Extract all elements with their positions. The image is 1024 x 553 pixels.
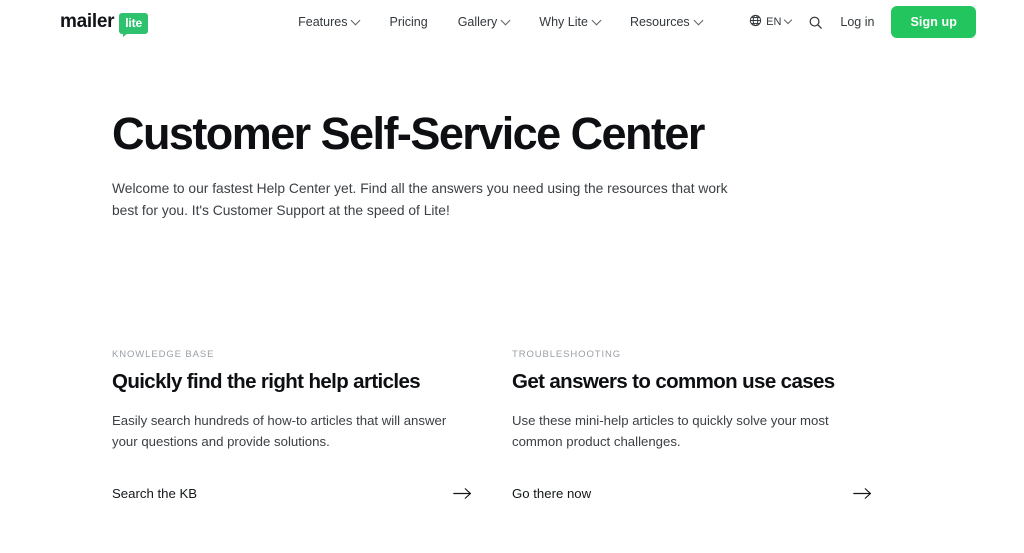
language-selector[interactable]: EN xyxy=(749,14,793,30)
card-link-search-the-kb[interactable]: Search the KB xyxy=(112,486,472,501)
resource-cards: KNOWLEDGE BASE Quickly find the right he… xyxy=(112,349,912,501)
card-eyebrow: KNOWLEDGE BASE xyxy=(112,349,215,361)
main-navigation: Features Pricing Gallery Why Lite Resour… xyxy=(298,15,704,29)
page-content: Customer Self-Service Center Welcome to … xyxy=(0,44,1024,501)
card-description: Easily search hundreds of how-to article… xyxy=(112,413,447,450)
globe-icon xyxy=(749,14,762,30)
chevron-down-icon xyxy=(591,15,602,25)
nav-item-label: Features xyxy=(298,15,348,29)
card-title: Get answers to common use cases xyxy=(512,370,835,394)
card-eyebrow: TROUBLESHOOTING xyxy=(512,349,622,361)
page-title: Customer Self-Service Center xyxy=(112,108,705,159)
card-title: Quickly find the right help articles xyxy=(112,370,421,394)
language-value: EN xyxy=(766,16,782,28)
card-description: Use these mini-help articles to quickly … xyxy=(512,413,829,450)
card-link-label: Search the KB xyxy=(112,485,198,501)
logo-wordmark: mailer xyxy=(60,10,115,32)
chevron-down-icon xyxy=(351,15,361,25)
signup-button[interactable]: Sign up xyxy=(891,6,976,38)
hero-subtitle: Welcome to our fastest Help Center yet. … xyxy=(112,180,728,219)
nav-item-label: Resources xyxy=(629,15,690,29)
search-icon[interactable] xyxy=(808,15,823,30)
nav-item-label: Pricing xyxy=(389,15,428,29)
nav-item-features[interactable]: Features xyxy=(298,15,361,29)
arrow-right-icon xyxy=(853,487,872,500)
card-link-label: Go there now xyxy=(512,485,592,501)
logo-lite-badge: lite xyxy=(119,12,149,37)
chevron-down-icon xyxy=(784,15,793,25)
nav-item-resources[interactable]: Resources xyxy=(629,15,704,29)
nav-item-gallery[interactable]: Gallery xyxy=(457,15,511,29)
hero-section: Customer Self-Service Center Welcome to … xyxy=(112,44,912,222)
card-link-go-there-now[interactable]: Go there now xyxy=(512,486,872,501)
arrow-right-icon xyxy=(453,487,472,500)
card-knowledge-base: KNOWLEDGE BASE Quickly find the right he… xyxy=(112,349,512,501)
header-actions: EN Log in Sign up xyxy=(749,6,976,38)
card-troubleshooting: TROUBLESHOOTING Get answers to common us… xyxy=(512,349,912,501)
logo[interactable]: mailer lite xyxy=(60,10,149,37)
chevron-down-icon xyxy=(500,15,511,25)
nav-item-label: Why Lite xyxy=(539,15,588,29)
nav-item-pricing[interactable]: Pricing xyxy=(389,15,427,29)
nav-item-label: Gallery xyxy=(457,15,498,29)
login-link[interactable]: Log in xyxy=(840,15,874,29)
site-header: mailer lite Features Pricing Gallery Why… xyxy=(0,0,1024,44)
nav-item-why-lite[interactable]: Why Lite xyxy=(539,15,602,29)
chevron-down-icon xyxy=(693,15,704,25)
